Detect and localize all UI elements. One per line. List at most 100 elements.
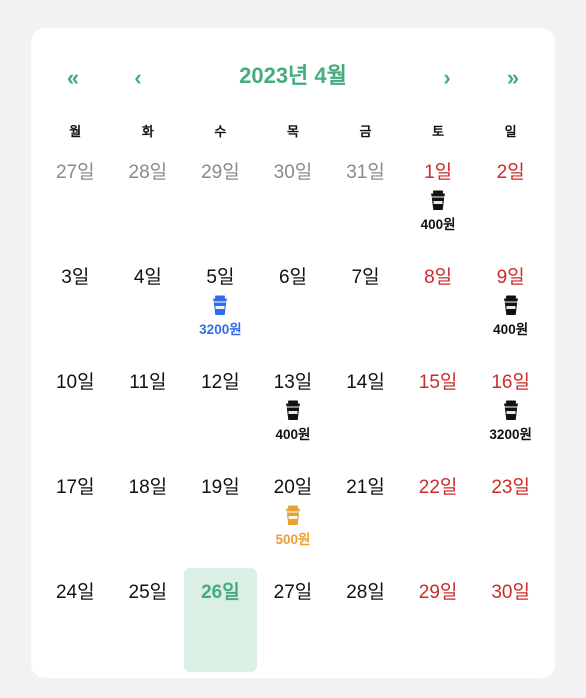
calendar-week-row: 27일 28일 29일 30일 31일 1일 400원 2일 xyxy=(39,148,547,253)
calendar-week-row: 10일 11일 12일 13일 400원 14일 15일 16일 3200원 xyxy=(39,358,547,463)
day-label: 17일 xyxy=(55,477,95,498)
calendar-day[interactable]: 19일 xyxy=(184,463,257,568)
expense-amount: 400원 xyxy=(493,322,529,337)
day-label: 21일 xyxy=(346,477,385,498)
day-label: 2일 xyxy=(496,162,525,183)
calendar-day-today[interactable]: 26일 xyxy=(184,568,257,673)
calendar-day[interactable]: 23일 xyxy=(474,463,547,568)
coffee-cup-icon xyxy=(210,294,230,316)
expense-amount: 400원 xyxy=(420,217,456,232)
calendar-day[interactable]: 11일 xyxy=(112,358,185,463)
day-label: 24일 xyxy=(55,582,95,603)
calendar-day[interactable]: 10일 xyxy=(39,358,112,463)
weekday-mon: 월 xyxy=(69,124,82,139)
weekday-tue: 화 xyxy=(141,124,154,139)
day-label: 16일 xyxy=(491,372,530,393)
day-label: 14일 xyxy=(346,372,385,393)
calendar-day[interactable]: 13일 400원 xyxy=(257,358,330,463)
day-label: 18일 xyxy=(128,477,168,498)
day-label: 31일 xyxy=(346,162,385,183)
coffee-cup-icon xyxy=(283,504,303,526)
day-label: 8일 xyxy=(424,267,453,288)
day-label: 28일 xyxy=(346,582,385,603)
calendar-day[interactable]: 12일 xyxy=(184,358,257,463)
expense-amount: 3200원 xyxy=(199,322,242,337)
day-label: 27일 xyxy=(273,582,313,603)
coffee-cup-icon xyxy=(501,399,521,421)
calendar-grid: 27일 28일 29일 30일 31일 1일 400원 2일 3일 4일 5일 3200원 6일 7일 8일… xyxy=(39,148,547,673)
calendar-day[interactable]: 1일 400원 xyxy=(402,148,475,253)
day-label: 30일 xyxy=(273,162,313,183)
day-label: 26일 xyxy=(201,582,240,603)
day-label: 12일 xyxy=(201,372,240,393)
coffee-cup-icon xyxy=(283,399,303,421)
calendar-day[interactable]: 5일 3200원 xyxy=(184,253,257,358)
calendar-day[interactable]: 25일 xyxy=(112,568,185,673)
expense-amount: 3200원 xyxy=(489,427,532,442)
calendar-header: « ‹ 2023년 4월 › » xyxy=(31,28,555,128)
next-month-button[interactable]: › xyxy=(427,58,467,98)
calendar-day[interactable]: 27일 xyxy=(257,568,330,673)
calendar-day[interactable]: 30일 xyxy=(474,568,547,673)
calendar-day[interactable]: 2일 xyxy=(474,148,547,253)
day-label: 23일 xyxy=(491,477,530,498)
day-label: 15일 xyxy=(418,372,458,393)
calendar-day[interactable]: 17일 xyxy=(39,463,112,568)
calendar-day[interactable]: 7일 xyxy=(329,253,402,358)
day-label: 7일 xyxy=(351,267,380,288)
calendar-day[interactable]: 28일 xyxy=(112,148,185,253)
calendar-day[interactable]: 18일 xyxy=(112,463,185,568)
weekday-sat: 토 xyxy=(432,124,445,139)
calendar-day[interactable]: 27일 xyxy=(39,148,112,253)
calendar-day[interactable]: 4일 xyxy=(112,253,185,358)
prev-month-button[interactable]: ‹ xyxy=(118,58,158,98)
weekday-wed: 수 xyxy=(214,124,227,139)
calendar-day[interactable]: 22일 xyxy=(402,463,475,568)
calendar-day[interactable]: 28일 xyxy=(329,568,402,673)
day-label: 29일 xyxy=(201,162,240,183)
calendar-day[interactable]: 21일 xyxy=(329,463,402,568)
day-label: 3일 xyxy=(61,267,90,288)
calendar-day[interactable]: 16일 3200원 xyxy=(474,358,547,463)
expense-amount: 500원 xyxy=(275,532,311,547)
weekday-sun: 일 xyxy=(504,124,517,139)
calendar-day[interactable]: 8일 xyxy=(402,253,475,358)
day-label: 4일 xyxy=(133,267,162,288)
calendar-week-row: 17일 18일 19일 20일 500원 21일 22일 23일 xyxy=(39,463,547,568)
prev-year-button[interactable]: « xyxy=(53,58,93,98)
day-label: 30일 xyxy=(491,582,530,603)
calendar-day[interactable]: 15일 xyxy=(402,358,475,463)
month-title: 2023년 4월 xyxy=(239,63,347,88)
calendar-day[interactable]: 29일 xyxy=(402,568,475,673)
calendar-day[interactable]: 9일 400원 xyxy=(474,253,547,358)
day-label: 25일 xyxy=(128,582,168,603)
day-label: 13일 xyxy=(273,372,313,393)
calendar-day[interactable]: 3일 xyxy=(39,253,112,358)
day-label: 20일 xyxy=(273,477,313,498)
day-label: 9일 xyxy=(496,267,525,288)
expense-amount: 400원 xyxy=(275,427,311,442)
calendar-day[interactable]: 14일 xyxy=(329,358,402,463)
calendar-card: « ‹ 2023년 4월 › » 월 화 수 목 금 토 일 27일 28일 29일… xyxy=(31,28,555,678)
calendar-week-row: 3일 4일 5일 3200원 6일 7일 8일 9일 400원 xyxy=(39,253,547,358)
calendar-week-row: 24일 25일 26일 27일 28일 29일 30일 xyxy=(39,568,547,673)
weekday-fri: 금 xyxy=(359,124,372,139)
calendar-day[interactable]: 31일 xyxy=(329,148,402,253)
weekday-thu: 목 xyxy=(286,124,299,139)
weekday-header: 월 화 수 목 금 토 일 xyxy=(39,120,547,144)
calendar-day[interactable]: 29일 xyxy=(184,148,257,253)
day-label: 1일 xyxy=(424,162,453,183)
day-label: 22일 xyxy=(418,477,458,498)
calendar-day[interactable]: 24일 xyxy=(39,568,112,673)
day-label: 29일 xyxy=(418,582,458,603)
calendar-day[interactable]: 20일 500원 xyxy=(257,463,330,568)
coffee-cup-icon xyxy=(428,189,448,211)
day-label: 27일 xyxy=(55,162,95,183)
calendar-day[interactable]: 6일 xyxy=(257,253,330,358)
day-label: 10일 xyxy=(55,372,95,393)
next-year-button[interactable]: » xyxy=(493,58,533,98)
day-label: 6일 xyxy=(278,267,307,288)
day-label: 28일 xyxy=(128,162,168,183)
calendar-day[interactable]: 30일 xyxy=(257,148,330,253)
day-label: 5일 xyxy=(206,267,235,288)
